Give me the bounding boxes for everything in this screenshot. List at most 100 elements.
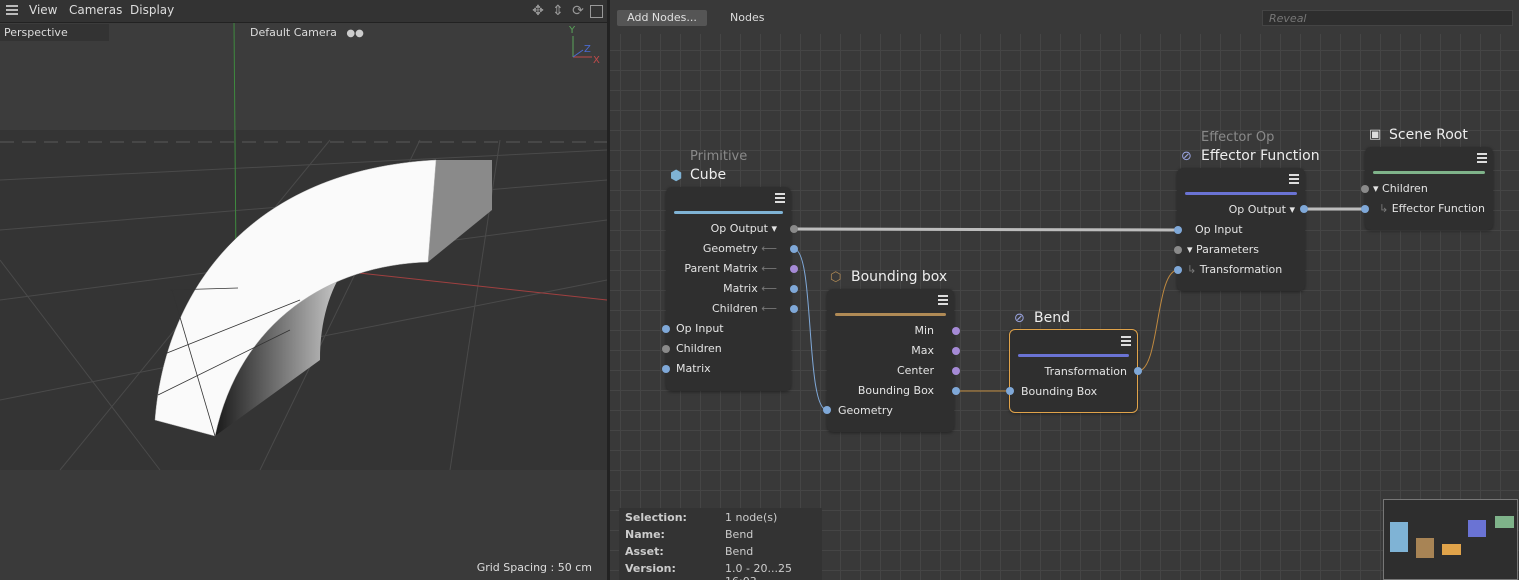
port-dot[interactable]	[952, 347, 960, 355]
node-menu-icon[interactable]	[938, 295, 948, 305]
node-editor[interactable]: Add Nodes... Nodes Reveal Primitive ⬢ Cu…	[610, 0, 1519, 580]
grid-spacing-label: Grid Spacing : 50 cm	[476, 561, 592, 574]
viewport-menubar: View Cameras Display ✥ ⇕ ⟳	[0, 0, 607, 23]
cube-icon: ⬢	[670, 168, 683, 184]
info-name-value: Bend	[725, 528, 754, 541]
3d-viewport[interactable]: View Cameras Display ✥ ⇕ ⟳ Perspective D…	[0, 0, 607, 580]
cube-node-title: Cube	[690, 167, 727, 183]
node-color-bar	[1185, 192, 1297, 195]
node-color-bar	[674, 211, 783, 214]
effector-icon: ⊘	[1181, 149, 1192, 164]
port-min[interactable]: Min	[914, 324, 934, 337]
port-bounding-box-in[interactable]: Bounding Box	[1021, 385, 1097, 398]
selection-info-panel: Selection: 1 node(s) Name: Bend Asset: B…	[619, 508, 822, 580]
camera-name: Default Camera	[250, 26, 337, 39]
port-dot[interactable]	[790, 225, 798, 233]
port-dot[interactable]	[1006, 387, 1014, 395]
effector-node-category: Effector Op	[1201, 130, 1275, 145]
menu-display[interactable]: Display	[130, 3, 174, 17]
port-children-out[interactable]: Children ⟵	[712, 302, 777, 315]
port-op-output[interactable]: Op Output ▾	[1229, 203, 1295, 216]
port-op-input[interactable]: Op Input	[1195, 223, 1243, 236]
viewport-scene	[0, 21, 607, 580]
port-dot[interactable]	[952, 327, 960, 335]
port-center[interactable]: Center	[897, 364, 934, 377]
port-geometry[interactable]: Geometry ⟵	[703, 242, 777, 255]
bend-node-title: Bend	[1034, 310, 1070, 326]
port-dot[interactable]	[662, 325, 670, 333]
port-dot[interactable]	[790, 245, 798, 253]
zoom-view-icon[interactable]: ⇕	[550, 3, 566, 19]
bend-icon: ⊘	[1014, 311, 1025, 326]
port-dot[interactable]	[1174, 226, 1182, 234]
projection-label[interactable]: Perspective	[0, 24, 109, 41]
port-dot[interactable]	[790, 285, 798, 293]
minimap-effector	[1468, 520, 1486, 537]
minimap-cube	[1390, 522, 1408, 552]
scene-root-node[interactable]: ▾ Children ↳ Effector Function	[1365, 147, 1493, 230]
minimap-root	[1495, 516, 1514, 528]
menu-view[interactable]: View	[29, 3, 57, 17]
node-menu-icon[interactable]	[1121, 336, 1131, 346]
scene-root-icon: ▣	[1369, 127, 1382, 142]
info-version-key: Version:	[625, 562, 676, 575]
node-menu-icon[interactable]	[1289, 174, 1299, 184]
axis-x-label: X	[593, 55, 600, 66]
port-dot[interactable]	[1361, 185, 1369, 193]
port-dot[interactable]	[1300, 205, 1308, 213]
port-matrix-in[interactable]: Matrix	[676, 362, 711, 375]
cube-node-category: Primitive	[690, 149, 748, 164]
rotate-view-icon[interactable]: ⟳	[570, 3, 586, 19]
node-menu-icon[interactable]	[775, 193, 785, 203]
cube-node[interactable]: Op Output ▾ Geometry ⟵ Parent Matrix ⟵ M…	[666, 187, 791, 391]
maximize-view-icon[interactable]	[590, 5, 603, 18]
minimap-bend	[1442, 544, 1461, 555]
node-minimap[interactable]	[1383, 499, 1518, 580]
node-menu-icon[interactable]	[1477, 153, 1487, 163]
port-dot[interactable]	[790, 265, 798, 273]
port-geometry-in[interactable]: Geometry	[838, 404, 893, 417]
camera-label[interactable]: Default Camera ●●	[250, 24, 364, 42]
axis-z-label: Z	[584, 44, 591, 55]
port-children-in[interactable]: ▾ Children	[1373, 182, 1428, 195]
port-dot[interactable]	[662, 345, 670, 353]
port-op-output[interactable]: Op Output ▾	[711, 222, 777, 235]
scene-root-title: Scene Root	[1389, 127, 1468, 143]
port-op-input[interactable]: Op Input	[676, 322, 724, 335]
port-children-in[interactable]: Children	[676, 342, 722, 355]
port-dot[interactable]	[1174, 246, 1182, 254]
port-transformation-out[interactable]: Transformation	[1044, 365, 1127, 378]
port-dot[interactable]	[823, 406, 831, 414]
menu-cameras[interactable]: Cameras	[69, 3, 122, 17]
port-dot[interactable]	[1361, 205, 1369, 213]
port-parameters[interactable]: ▾ Parameters	[1187, 243, 1259, 256]
port-dot[interactable]	[1134, 367, 1142, 375]
bend-node[interactable]: Transformation Bounding Box	[1009, 329, 1138, 413]
port-bounding-box-out[interactable]: Bounding Box	[858, 384, 934, 397]
port-dot[interactable]	[952, 387, 960, 395]
port-dot[interactable]	[662, 365, 670, 373]
effector-function-node[interactable]: Op Output ▾ Op Input ▾ Parameters ↳ Tran…	[1177, 168, 1305, 291]
bbox-node-title: Bounding box	[851, 269, 948, 285]
port-parent-matrix[interactable]: Parent Matrix ⟵	[684, 262, 777, 275]
port-dot[interactable]	[952, 367, 960, 375]
port-effector-function-in[interactable]: ↳ Effector Function	[1379, 202, 1485, 215]
move-view-icon[interactable]: ✥	[530, 3, 546, 19]
node-color-bar	[835, 313, 946, 316]
port-dot[interactable]	[790, 305, 798, 313]
bounding-box-node[interactable]: Min Max Center Bounding Box Geometry	[827, 289, 954, 432]
effector-node-title: Effector Function	[1201, 148, 1320, 164]
port-matrix-out[interactable]: Matrix ⟵	[723, 282, 777, 295]
info-name-key: Name:	[625, 528, 665, 541]
info-asset-key: Asset:	[625, 545, 664, 558]
info-asset-value: Bend	[725, 545, 754, 558]
info-selection-key: Selection:	[625, 511, 687, 524]
info-selection-value: 1 node(s)	[725, 511, 778, 524]
node-color-bar	[1018, 354, 1129, 357]
bounding-box-icon: ⬡	[830, 270, 842, 285]
menu-icon[interactable]	[6, 5, 18, 16]
port-max[interactable]: Max	[911, 344, 934, 357]
camera-icon: ●●	[346, 28, 364, 39]
port-transformation-in[interactable]: ↳ Transformation	[1187, 263, 1282, 276]
port-dot[interactable]	[1174, 266, 1182, 274]
